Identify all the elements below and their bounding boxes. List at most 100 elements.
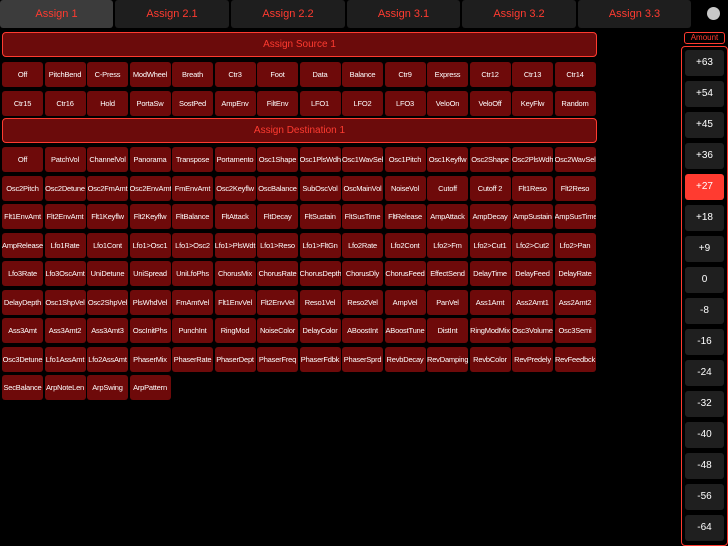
tab-assign-3-3[interactable]: Assign 3.3 [578,0,691,28]
destination-button-unispread[interactable]: UniSpread [129,261,171,286]
destination-button-plswhdvel[interactable]: PlsWhdVel [129,289,171,315]
destination-button-patchvol[interactable]: PatchVol [44,147,86,172]
destination-button-suboscvol[interactable]: SubOscVol [299,175,341,201]
destination-button-distint[interactable]: DistInt [427,318,468,343]
source-button-lfo1[interactable]: LFO1 [299,90,341,116]
destination-button-ass3amt[interactable]: Ass3Amt [2,318,43,343]
destination-button-osc2wavsel[interactable]: Osc2WavSel [554,147,596,172]
destination-button-osc3semi[interactable]: Osc3Semi [554,318,596,343]
settings-circle-icon[interactable] [707,7,720,20]
destination-button-delaydepth[interactable]: DelayDepth [2,289,43,315]
tab-assign-2-2[interactable]: Assign 2.2 [231,0,345,28]
destination-button-unilfophs[interactable]: UniLfoPhs [172,261,213,286]
destination-button-phasermix[interactable]: PhaserMix [129,346,171,372]
destination-button-chorusdepth[interactable]: ChorusDepth [299,261,341,286]
amount-button[interactable]: -16 [685,329,724,355]
destination-button-ass3amt2[interactable]: Ass3Amt2 [44,318,86,343]
source-button-foot[interactable]: Foot [257,62,298,87]
destination-button-flt2reso[interactable]: Flt2Reso [554,175,596,201]
destination-button-flt1envamt[interactable]: Flt1EnvAmt [2,204,43,229]
tab-assign-3-1[interactable]: Assign 3.1 [347,0,460,28]
destination-button-fltattack[interactable]: FltAttack [214,204,256,229]
destination-button-off[interactable]: Off [2,147,43,172]
destination-button-lfo2-pan[interactable]: Lfo2>Pan [554,232,596,258]
destination-button-flt2keyflw[interactable]: Flt2Keyflw [129,204,171,229]
destination-button-lfo1-reso[interactable]: Lfo1>Reso [257,232,298,258]
destination-button-flt1reso[interactable]: Flt1Reso [512,175,553,201]
amount-button[interactable]: -40 [685,422,724,448]
destination-button-channelvol[interactable]: ChannelVol [87,147,128,172]
destination-button-osc1plswdh[interactable]: Osc1PlsWdh [299,147,341,172]
destination-button-revfeedbck[interactable]: RevFeedbck [554,346,596,372]
destination-button-osc1pitch[interactable]: Osc1Pitch [384,147,426,172]
destination-button-reso1vel[interactable]: Reso1Vel [299,289,341,315]
destination-button-unidetune[interactable]: UniDetune [87,261,128,286]
amount-button[interactable]: +9 [685,236,724,262]
source-button-lfo3[interactable]: LFO3 [384,90,426,116]
destination-button-revdamping[interactable]: RevDamping [427,346,468,372]
destination-button-ass2amt2[interactable]: Ass2Amt2 [554,289,596,315]
destination-button-panorama[interactable]: Panorama [129,147,171,172]
destination-button-ringmodmix[interactable]: RingModMix [469,318,511,343]
source-button-lfo2[interactable]: LFO2 [342,90,383,116]
destination-button-reso2vel[interactable]: Reso2Vel [342,289,383,315]
destination-button-aboostint[interactable]: ABoostInt [342,318,383,343]
destination-button-secbalance[interactable]: SecBalance [2,375,43,400]
destination-button-lfo1-osc1[interactable]: Lfo1>Osc1 [129,232,171,258]
destination-button-noisevol[interactable]: NoiseVol [384,175,426,201]
destination-button-lfo2rate[interactable]: Lfo2Rate [342,232,383,258]
destination-button-oscinitphs[interactable]: OscInitPhs [129,318,171,343]
destination-button-effectsend[interactable]: EffectSend [427,261,468,286]
destination-button-osc1keyflw[interactable]: Osc1Keyflw [427,147,468,172]
destination-button-osc2pitch[interactable]: Osc2Pitch [2,175,43,201]
amount-button[interactable]: -8 [685,298,724,324]
destination-button-ampvel[interactable]: AmpVel [384,289,426,315]
destination-button-arpnotelen[interactable]: ArpNoteLen [44,375,86,400]
destination-button-ass3amt3[interactable]: Ass3Amt3 [87,318,128,343]
source-button-modwheel[interactable]: ModWheel [129,62,171,87]
source-button-filtenv[interactable]: FiltEnv [257,90,298,116]
destination-button-delaycolor[interactable]: DelayColor [299,318,341,343]
destination-button-lfo1-plswdt[interactable]: Lfo1>PlsWdt [214,232,256,258]
destination-button-fltrelease[interactable]: FltRelease [384,204,426,229]
amount-button[interactable]: +27 [685,174,724,200]
destination-button-phaserdept[interactable]: PhaserDept [214,346,256,372]
destination-button-revbcolor[interactable]: RevbColor [469,346,511,372]
source-button-ctr16[interactable]: Ctr16 [44,90,86,116]
destination-button-lfo2cont[interactable]: Lfo2Cont [384,232,426,258]
destination-button-fmamtvel[interactable]: FmAmtVel [172,289,213,315]
destination-button-phasersprd[interactable]: PhaserSprd [342,346,383,372]
source-button-ampenv[interactable]: AmpEnv [214,90,256,116]
destination-button-flt1envvel[interactable]: Flt1EnvVel [214,289,256,315]
destination-button-delaytime[interactable]: DelayTime [469,261,511,286]
destination-button-osc3volume[interactable]: Osc3Volume [512,318,553,343]
source-button-hold[interactable]: Hold [87,90,128,116]
tab-assign-3-2[interactable]: Assign 3.2 [462,0,576,28]
source-button-off[interactable]: Off [2,62,43,87]
destination-button-ampsustain[interactable]: AmpSustain [512,204,553,229]
destination-button-portamento[interactable]: Portamento [214,147,256,172]
source-button-ctr12[interactable]: Ctr12 [469,62,511,87]
destination-button-osc2keyflw[interactable]: Osc2Keyflw [214,175,256,201]
destination-button-delayfeed[interactable]: DelayFeed [512,261,553,286]
source-button-ctr15[interactable]: Ctr15 [2,90,43,116]
source-button-c-press[interactable]: C-Press [87,62,128,87]
destination-button-amprelease[interactable]: AmpRelease [2,232,43,258]
amount-button[interactable]: +45 [685,112,724,138]
destination-button-osc2plswdh[interactable]: Osc2PlsWdh [512,147,553,172]
destination-button-osc2envamt[interactable]: Osc2EnvAmt [129,175,171,201]
source-button-random[interactable]: Random [554,90,596,116]
destination-button-fltdecay[interactable]: FltDecay [257,204,298,229]
destination-button-arpswing[interactable]: ArpSwing [87,375,128,400]
destination-button-flt2envvel[interactable]: Flt2EnvVel [257,289,298,315]
source-button-velooff[interactable]: VeloOff [469,90,511,116]
destination-button-ampdecay[interactable]: AmpDecay [469,204,511,229]
destination-button-osc1shape[interactable]: Osc1Shape [257,147,298,172]
destination-button-ass2amt1[interactable]: Ass2Amt1 [512,289,553,315]
amount-button[interactable]: -32 [685,391,724,417]
source-button-breath[interactable]: Breath [172,62,213,87]
destination-button-osc1wavsel[interactable]: Osc1WavSel [342,147,383,172]
amount-button[interactable]: +54 [685,81,724,107]
destination-button-ringmod[interactable]: RingMod [214,318,256,343]
destination-button-lfo1-osc2[interactable]: Lfo1>Osc2 [172,232,213,258]
